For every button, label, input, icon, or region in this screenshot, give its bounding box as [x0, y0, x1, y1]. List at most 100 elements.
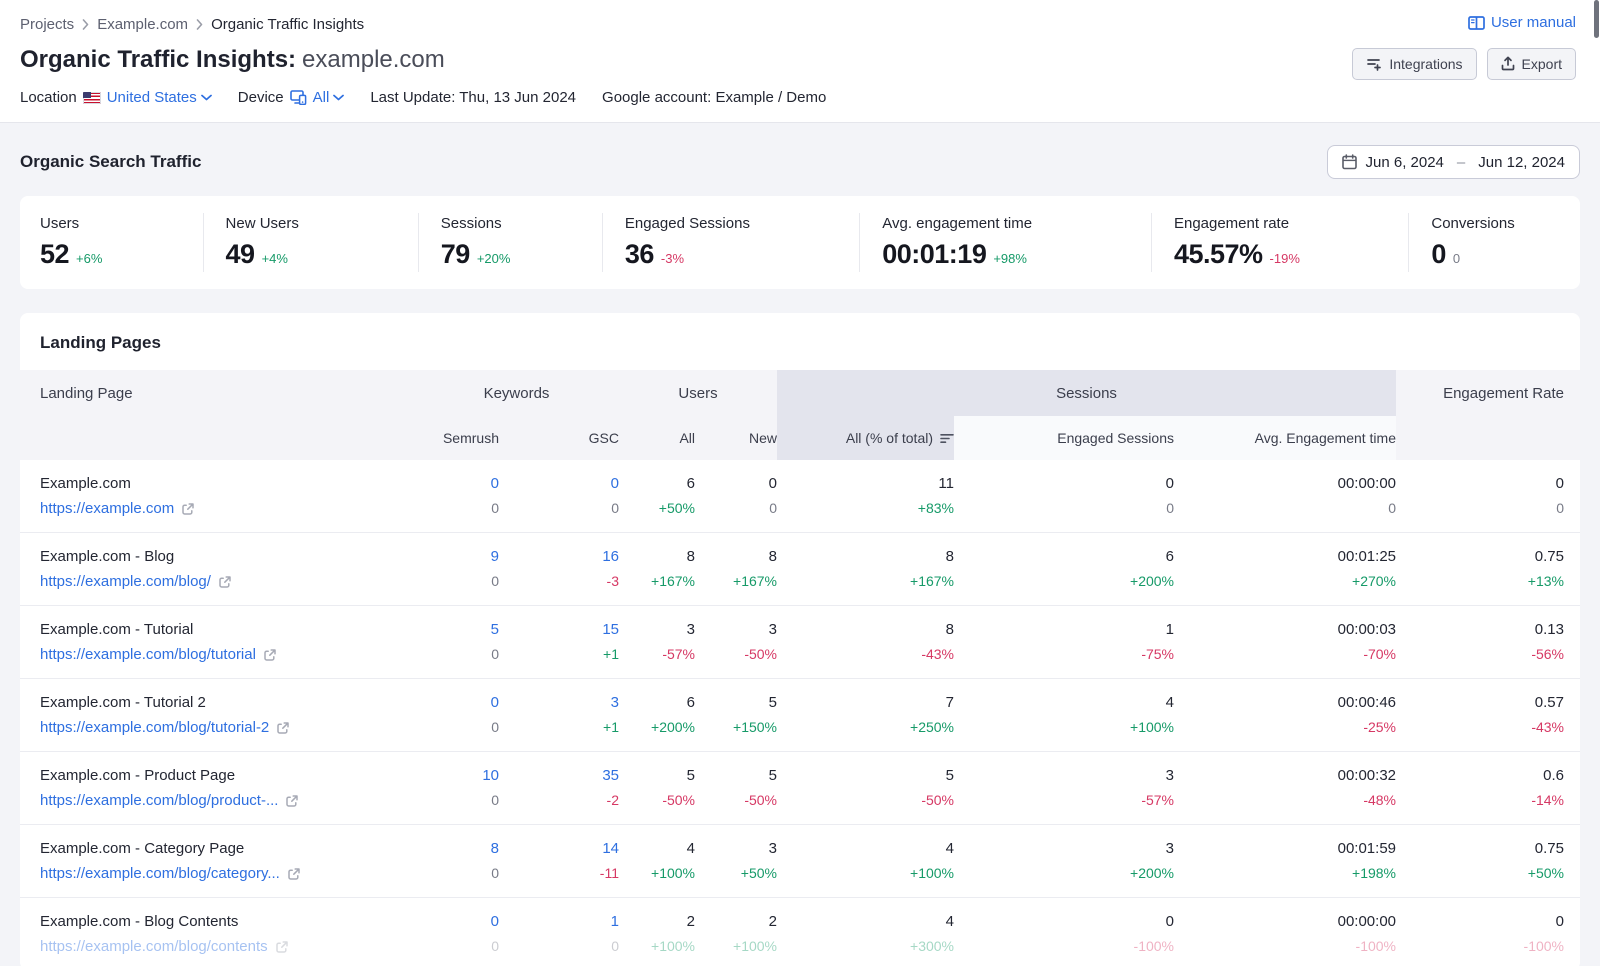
cell-value[interactable]: 0 — [414, 473, 499, 495]
cell-value: 0.75 — [1396, 546, 1564, 568]
cell-value[interactable]: 35 — [499, 765, 619, 787]
device-filter[interactable]: Device All — [238, 89, 345, 106]
date-range-picker[interactable]: Jun 6, 2024 – Jun 12, 2024 — [1327, 145, 1581, 179]
cell-delta: 0 — [414, 791, 499, 810]
metric-cell: 4+100% — [777, 838, 954, 883]
cell-delta: -14% — [1396, 791, 1564, 810]
external-link-icon[interactable] — [181, 502, 195, 516]
location-value[interactable]: United States — [107, 89, 212, 106]
metric-cell: 8+167% — [695, 546, 777, 591]
column-semrush[interactable]: Semrush — [414, 430, 499, 446]
column-users-all[interactable]: All — [619, 430, 695, 446]
external-link-icon[interactable] — [285, 794, 299, 808]
scrollbar-thumb[interactable] — [1594, 0, 1599, 38]
metric-delta: +20% — [477, 251, 511, 266]
cell-value: 6 — [619, 473, 695, 495]
cell-delta: -56% — [1396, 645, 1564, 664]
cell-value[interactable]: 15 — [499, 619, 619, 641]
page-scrollbar[interactable] — [1594, 0, 1600, 966]
external-link-icon[interactable] — [263, 648, 277, 662]
user-manual-link[interactable]: User manual — [1468, 14, 1576, 31]
metric-value: 00:01:19 — [882, 239, 986, 270]
cell-value: 4 — [777, 911, 954, 933]
cell-delta: -11 — [499, 864, 619, 883]
landing-page-cell: Example.com - Product Page https://examp… — [40, 765, 414, 811]
cell-value: 00:00:03 — [1174, 619, 1396, 641]
cell-value[interactable]: 1 — [499, 911, 619, 933]
landing-page-link[interactable]: https://example.com — [40, 499, 174, 519]
landing-page-link[interactable]: https://example.com/blog/category... — [40, 864, 280, 884]
column-landing-page[interactable]: Landing Page — [40, 385, 414, 402]
device-value[interactable]: All — [313, 89, 345, 106]
landing-page-link[interactable]: https://example.com/blog/contents — [40, 937, 268, 957]
landing-page-link[interactable]: https://example.com/blog/tutorial — [40, 645, 256, 665]
cell-value: 2 — [619, 911, 695, 933]
cell-value: 3 — [954, 838, 1174, 860]
cell-value: 5 — [619, 765, 695, 787]
cell-value[interactable]: 0 — [499, 473, 619, 495]
integrations-button[interactable]: Integrations — [1352, 48, 1476, 80]
column-engagement-rate[interactable]: Engagement Rate — [1396, 385, 1564, 402]
column-gsc[interactable]: GSC — [499, 430, 619, 446]
us-flag-icon — [83, 92, 101, 104]
external-link-icon[interactable] — [218, 575, 232, 589]
metric-avg-engagement-time: Avg. engagement time 00:01:19+98% — [859, 213, 1151, 272]
metric-new-users: New Users 49+4% — [203, 213, 418, 272]
cell-value: 8 — [695, 546, 777, 568]
cell-value[interactable]: 8 — [414, 838, 499, 860]
cell-delta: -50% — [695, 791, 777, 810]
column-avg-engagement-time[interactable]: Avg. Engagement time — [1174, 416, 1396, 460]
cell-value: 7 — [777, 692, 954, 714]
landing-page-link[interactable]: https://example.com/blog/tutorial-2 — [40, 718, 269, 738]
metric-cell: 00 — [695, 473, 777, 518]
metric-cell: 0-100% — [1396, 911, 1564, 956]
metric-cell: 00:01:25+270% — [1174, 546, 1396, 591]
metric-cell: 8+167% — [777, 546, 954, 591]
location-filter[interactable]: Location United States — [20, 89, 212, 106]
column-sessions-all-sorted[interactable]: All (% of total) — [777, 416, 954, 460]
landing-page-link[interactable]: https://example.com/blog/ — [40, 572, 211, 592]
cell-value[interactable]: 10 — [414, 765, 499, 787]
landing-page-link[interactable]: https://example.com/blog/product-... — [40, 791, 278, 811]
cell-value: 0.57 — [1396, 692, 1564, 714]
date-separator: – — [1457, 154, 1465, 171]
breadcrumb-projects[interactable]: Projects — [20, 16, 74, 33]
cell-value[interactable]: 0 — [414, 692, 499, 714]
cell-value[interactable]: 3 — [499, 692, 619, 714]
metric-cell: 3+200% — [954, 838, 1174, 883]
metric-cell: 10 — [499, 911, 619, 956]
cell-delta: +198% — [1174, 864, 1396, 883]
cell-value[interactable]: 5 — [414, 619, 499, 641]
cell-delta: -100% — [954, 937, 1174, 956]
cell-delta: -43% — [777, 645, 954, 664]
metric-cell: 3-57% — [619, 619, 695, 664]
export-button[interactable]: Export — [1487, 48, 1576, 80]
cell-value[interactable]: 0 — [414, 911, 499, 933]
metric-cell: 00:00:32-48% — [1174, 765, 1396, 810]
metric-cell: 5-50% — [777, 765, 954, 810]
cell-delta: 0 — [414, 937, 499, 956]
metric-cell: 5-50% — [695, 765, 777, 810]
metric-cell: 2+100% — [619, 911, 695, 956]
chevron-right-icon — [196, 19, 203, 30]
column-group-sessions: Sessions — [777, 370, 1396, 416]
sort-icon — [940, 433, 954, 444]
column-engaged-sessions[interactable]: Engaged Sessions — [954, 416, 1174, 460]
organic-search-traffic-section: Organic Search Traffic Jun 6, 2024 – Jun… — [20, 145, 1580, 179]
cell-delta: +100% — [619, 864, 695, 883]
cell-value[interactable]: 16 — [499, 546, 619, 568]
breadcrumb-project-name[interactable]: Example.com — [97, 16, 188, 33]
external-link-icon[interactable] — [275, 940, 289, 954]
metric-cell: 0.13-56% — [1396, 619, 1564, 664]
external-link-icon[interactable] — [276, 721, 290, 735]
cell-delta: 0 — [695, 499, 777, 518]
top-bar-actions: User manual Integrations Export — [1352, 14, 1576, 80]
cell-value[interactable]: 14 — [499, 838, 619, 860]
cell-delta: -57% — [619, 645, 695, 664]
table-sub-header: Semrush GSC All New All (% of total) Eng… — [20, 416, 1580, 460]
metric-cell: 1-75% — [954, 619, 1174, 664]
cell-value[interactable]: 9 — [414, 546, 499, 568]
external-link-icon[interactable] — [287, 867, 301, 881]
metric-cell: 4+100% — [619, 838, 695, 883]
column-users-new[interactable]: New — [695, 430, 777, 446]
